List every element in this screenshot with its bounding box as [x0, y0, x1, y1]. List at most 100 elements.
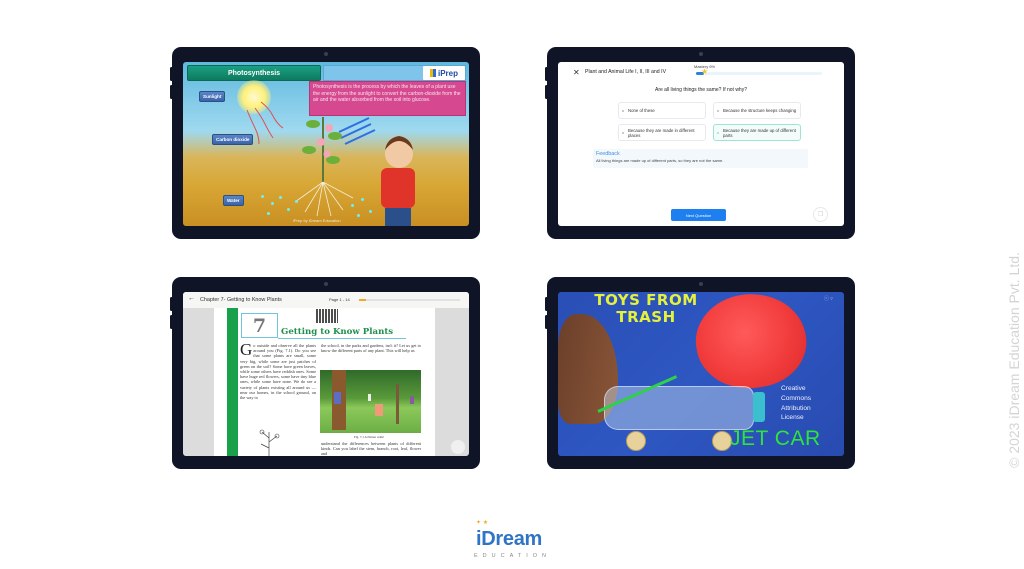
water-dot	[351, 204, 354, 207]
video-title-line: TOYS FROM	[594, 292, 698, 309]
nature-walk-illustration	[320, 370, 421, 433]
book-page: 7 Getting to Know Plants Go outside and …	[214, 308, 435, 456]
child	[410, 396, 414, 404]
side-button	[170, 67, 173, 81]
feedback-title: Feedback	[596, 151, 620, 157]
star-icon: ★	[701, 67, 709, 76]
copyright-watermark: © 2023 iDream Education Pvt. Ltd.	[1006, 252, 1022, 468]
quiz-title: Plant and Animal Life I, II, III and IV	[585, 69, 667, 75]
close-icon[interactable]: ✕	[573, 68, 580, 77]
roots	[294, 181, 354, 217]
water-dot	[295, 200, 298, 203]
qr-code	[316, 309, 338, 323]
video-player[interactable]: TOYS FROM TRASH ⓒ ▿ Creative Commons Att…	[558, 292, 844, 456]
idream-logo: ✦ ★ iDream EDUCATION	[466, 518, 566, 566]
tablet-photosynthesis: Photosynthesis iPrep Photosynthesis is t…	[170, 47, 480, 239]
answer-option[interactable]: Because the structure keeps changing	[713, 102, 801, 119]
bottle-car-image	[604, 386, 754, 430]
forest-scene	[332, 370, 414, 430]
radio-icon	[622, 132, 624, 134]
title-underline	[278, 338, 406, 339]
logo-wordmark: iDream	[476, 528, 543, 550]
video-subtitle: JET CAR	[730, 427, 821, 450]
green-margin-bar	[227, 308, 238, 456]
bottle-cap	[753, 392, 765, 422]
video-title-line: TRASH	[616, 308, 676, 326]
label-sunlight: Sunlight	[199, 91, 226, 102]
boy-pants	[385, 208, 411, 226]
tablet-video: TOYS FROM TRASH ⓒ ▿ Creative Commons Att…	[545, 277, 855, 469]
option-label: None of these	[628, 108, 655, 113]
tree-trunk	[396, 384, 399, 424]
next-question-button[interactable]: Next Question	[671, 209, 726, 221]
text-column-right-top: the school, in the parks and gardens, is…	[321, 343, 421, 354]
camera	[324, 52, 328, 56]
air-arrows	[338, 117, 376, 145]
camera	[324, 282, 328, 286]
side-button	[545, 67, 548, 81]
side-button	[545, 315, 548, 329]
answer-option[interactable]: None of these	[618, 102, 706, 119]
question-text: Are all living things the same? If not w…	[655, 87, 747, 93]
answer-option[interactable]: Because they are made up of different pa…	[713, 124, 801, 141]
text-column-left: Go outside and observe all the plants ar…	[240, 340, 316, 400]
flower	[323, 150, 331, 158]
drop-cap: G	[240, 340, 253, 359]
plant-sketch	[259, 429, 280, 456]
side-button	[170, 315, 173, 329]
radio-icon	[717, 132, 719, 134]
side-button	[545, 85, 548, 99]
feedback-text: All living things are made up of differe…	[596, 158, 724, 163]
child	[375, 404, 383, 416]
chapter-title: Getting to Know Plants	[281, 327, 394, 337]
cc-license-icon: ⓒ ▿	[824, 296, 833, 302]
license-line: Attribution	[781, 404, 811, 412]
figure-caption: Fig. 7.1 A Nature walk!	[354, 435, 385, 439]
leaf	[328, 132, 342, 140]
license-line: Creative	[781, 385, 806, 392]
quiz-screen: ✕ Plant and Animal Life I, II, III and I…	[558, 62, 844, 226]
water-dot	[261, 195, 264, 198]
side-button	[170, 85, 173, 99]
water-dot	[267, 212, 270, 215]
tablet-book-reader: 7 Getting to Know Plants Go outside and …	[170, 277, 480, 469]
child	[368, 394, 371, 401]
back-arrow-icon[interactable]: ←	[188, 295, 195, 302]
logo-subtitle: EDUCATION	[474, 553, 551, 559]
book-screen: 7 Getting to Know Plants Go outside and …	[183, 292, 469, 456]
water-dot	[369, 210, 372, 213]
reading-progress-fill	[359, 299, 367, 301]
text-column-right-bottom: understand the differences between plant…	[321, 441, 421, 456]
radio-icon	[717, 110, 719, 112]
license-line: License	[781, 414, 804, 422]
reading-progress-bar	[359, 299, 460, 301]
chapter-number: 7	[241, 313, 278, 338]
label-carbon-dioxide: Carbon dioxide	[212, 134, 254, 145]
water-dot	[287, 208, 290, 211]
wheel	[626, 431, 646, 451]
wheel	[712, 431, 732, 451]
water-dot	[357, 214, 360, 217]
camera	[699, 52, 703, 56]
option-label: Because they are made in different place…	[628, 127, 695, 138]
water-dot	[271, 202, 274, 205]
license-text: Creative Commons Attribution License	[781, 384, 811, 423]
floating-action-button[interactable]	[451, 440, 465, 454]
boy-shirt	[381, 168, 415, 208]
side-button	[170, 297, 173, 311]
video-title: TOYS FROM TRASH	[586, 292, 706, 326]
flower	[325, 124, 333, 132]
radio-icon	[622, 110, 624, 112]
feedback-panel: Feedback All living things are made up o…	[593, 149, 808, 168]
answer-option[interactable]: Because they are made in different place…	[618, 124, 706, 141]
chat-icon[interactable]: ❐	[813, 207, 828, 222]
star-icon: ✦ ★	[476, 520, 489, 526]
tablet-quiz: ✕ Plant and Animal Life I, II, III and I…	[545, 47, 855, 239]
balloon-image	[689, 292, 813, 396]
reader-title: Chapter 7- Getting to Know Plants	[200, 297, 282, 303]
water-dot	[279, 196, 282, 199]
child	[334, 392, 341, 404]
label-water: Water	[223, 195, 244, 206]
flower	[317, 138, 325, 146]
credit-text: iPrep by iDream Education	[293, 218, 341, 223]
